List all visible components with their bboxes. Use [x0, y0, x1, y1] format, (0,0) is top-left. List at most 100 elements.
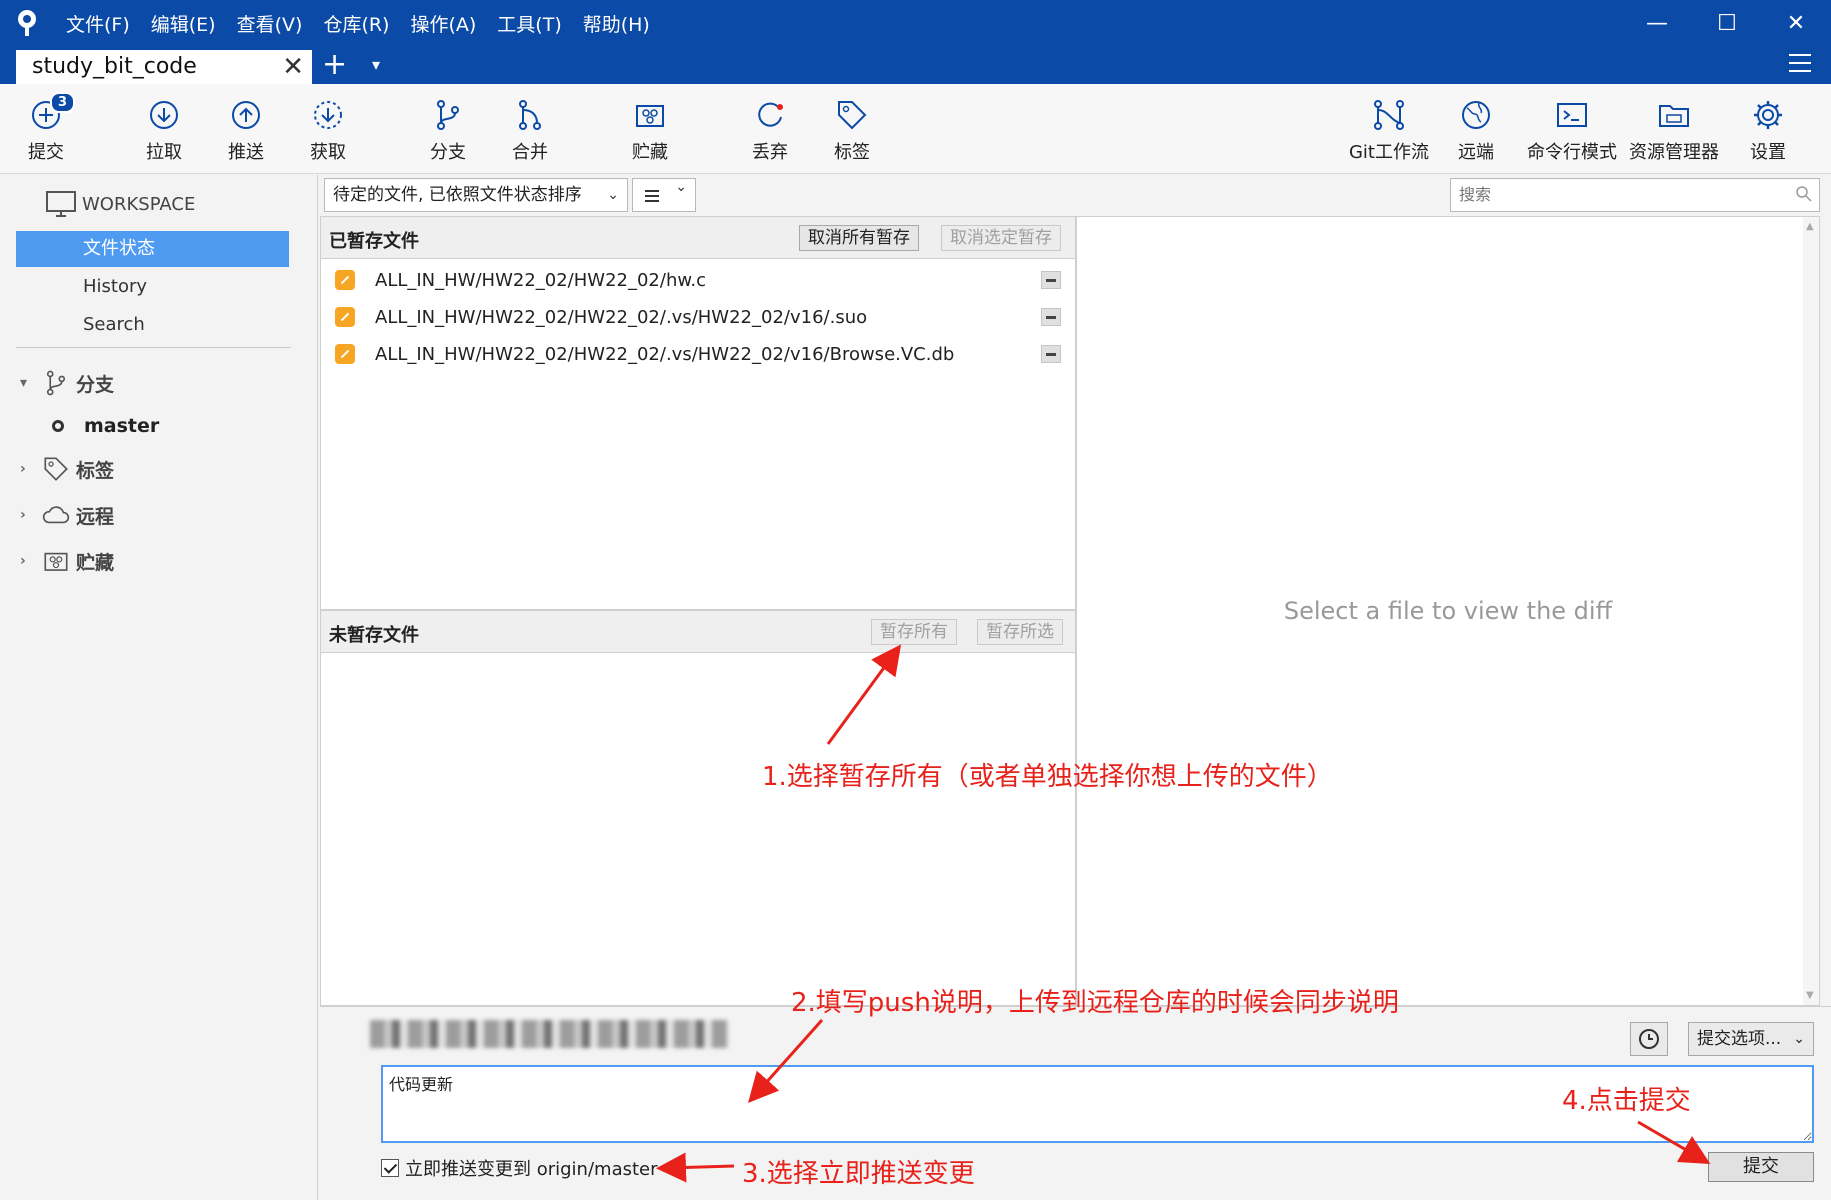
folder-icon	[1659, 105, 1689, 127]
push-arrow-up-icon	[232, 101, 260, 129]
branch-item-master[interactable]: master	[52, 415, 159, 437]
unstage-file-button[interactable]	[1041, 308, 1061, 326]
chevron-down-icon: ⌄	[1793, 1031, 1805, 1047]
sidebar-item-history[interactable]: History	[16, 269, 289, 305]
discard-tool-button[interactable]: 丢弃	[740, 84, 800, 174]
scroll-down-icon[interactable]: ▼	[1806, 990, 1814, 1001]
sidebar-group-branches[interactable]: ▾ 分支	[20, 369, 114, 397]
search-input[interactable]: 搜索	[1450, 178, 1820, 212]
annotation-step2: 2.填写push说明，上传到远程仓库的时候会同步说明	[791, 988, 1399, 1018]
tab-close-icon[interactable]: ✕	[282, 52, 304, 82]
sidebar-group-remotes[interactable]: › 远程	[20, 501, 114, 529]
staged-files-panel: 已暂存文件 取消所有暂存 取消选定暂存 ALL_IN_HW/HW22_02/HW…	[320, 216, 1076, 610]
stage-selected-button[interactable]: 暂存所选	[977, 619, 1063, 645]
tab-bar: study_bit_code ✕	[0, 46, 1831, 84]
new-tab-button[interactable]: +	[322, 46, 347, 84]
sidebar-divider	[16, 347, 291, 348]
commit-tool-button[interactable]: 3 提交	[16, 84, 76, 174]
menu-repository[interactable]: 仓库(R)	[323, 10, 389, 37]
menu-edit[interactable]: 编辑(E)	[151, 10, 216, 37]
push-immediately-checkbox[interactable]	[381, 1159, 399, 1177]
sidebar-item-file-status[interactable]: 文件状态	[16, 231, 289, 267]
fetch-tool-button[interactable]: 获取	[298, 84, 358, 174]
list-view-icon	[645, 190, 659, 205]
terminal-tool-button[interactable]: 命令行模式	[1522, 84, 1622, 174]
title-bar: 文件(F) 编辑(E) 查看(V) 仓库(R) 操作(A) 工具(T) 帮助(H…	[0, 0, 1831, 46]
branch-tool-label: 分支	[430, 142, 466, 163]
cloud-icon	[42, 506, 70, 524]
scroll-up-icon[interactable]: ▲	[1806, 221, 1814, 232]
menu-help[interactable]: 帮助(H)	[583, 10, 650, 37]
settings-tool-button[interactable]: 设置	[1738, 84, 1798, 174]
file-sort-dropdown[interactable]: 待定的文件, 已依照文件状态排序 ⌄	[324, 178, 628, 212]
view-mode-dropdown[interactable]: ⌄	[632, 178, 696, 212]
commit-options-dropdown[interactable]: 提交选项... ⌄	[1688, 1022, 1814, 1056]
pull-tool-button[interactable]: 拉取	[134, 84, 194, 174]
terminal-icon	[1557, 103, 1587, 127]
merge-tool-button[interactable]: 合并	[500, 84, 560, 174]
unstage-file-button[interactable]	[1041, 345, 1061, 363]
minimize-button[interactable]: —	[1622, 0, 1692, 46]
chevron-down-icon: ⌄	[675, 179, 687, 195]
unstage-file-button[interactable]	[1041, 271, 1061, 289]
chevron-down-icon[interactable]: ▾	[20, 375, 42, 391]
sidebar: WORKSPACE 文件状态 History Search ▾ 分支 maste…	[0, 175, 318, 1200]
staged-title: 已暂存文件	[329, 231, 419, 252]
commit-history-button[interactable]	[1630, 1022, 1668, 1056]
chevron-right-icon[interactable]: ›	[20, 507, 42, 523]
sourcetree-logo-icon[interactable]	[14, 8, 44, 38]
unstage-selected-button[interactable]: 取消选定暂存	[941, 225, 1061, 251]
search-placeholder: 搜索	[1459, 185, 1492, 204]
close-window-button[interactable]: ✕	[1761, 0, 1831, 46]
search-icon	[1796, 186, 1812, 202]
staged-header: 已暂存文件 取消所有暂存 取消选定暂存	[321, 217, 1075, 259]
remotes-label: 远程	[76, 505, 115, 528]
tab-list-dropdown[interactable]: ▾	[372, 46, 380, 84]
stage-all-button[interactable]: 暂存所有	[871, 619, 957, 645]
staged-file-row[interactable]: ALL_IN_HW/HW22_02/HW22_02/hw.c	[335, 265, 1065, 295]
push-immediately-option[interactable]: 立即推送变更到 origin/master	[381, 1155, 658, 1181]
chevron-down-icon: ⌄	[607, 187, 619, 203]
modified-file-icon	[335, 307, 355, 327]
chevron-right-icon[interactable]: ›	[20, 461, 42, 477]
monitor-icon	[46, 191, 76, 217]
annotation-step1: 1.选择暂存所有（或者单独选择你想上传的文件）	[762, 762, 1333, 792]
gitflow-tool-button[interactable]: Git工作流	[1344, 84, 1434, 174]
tags-label: 标签	[76, 459, 115, 482]
commit-options-label: 提交选项...	[1697, 1029, 1782, 1049]
push-tool-button[interactable]: 推送	[216, 84, 276, 174]
stash-icon	[44, 552, 68, 571]
staged-file-row[interactable]: ALL_IN_HW/HW22_02/HW22_02/.vs/HW22_02/v1…	[335, 302, 1065, 332]
toolbar: 3 提交 拉取 推送 获取 分支 合并 贮藏 丢弃 标签 Git工作流 远端 命…	[0, 84, 1831, 174]
commit-tool-label: 提交	[28, 142, 64, 163]
file-sort-value: 待定的文件, 已依照文件状态排序	[333, 185, 582, 205]
pull-arrow-down-icon	[150, 101, 178, 129]
staged-file-row[interactable]: ALL_IN_HW/HW22_02/HW22_02/.vs/HW22_02/v1…	[335, 339, 1065, 369]
maximize-button[interactable]: ☐	[1692, 0, 1762, 46]
commit-button[interactable]: 提交	[1708, 1152, 1814, 1182]
merge-icon	[519, 100, 541, 130]
menu-view[interactable]: 查看(V)	[237, 10, 303, 37]
remote-tool-button[interactable]: 远端	[1446, 84, 1506, 174]
hamburger-menu-icon[interactable]	[1789, 54, 1811, 72]
branches-label: 分支	[76, 373, 115, 396]
menu-tools[interactable]: 工具(T)	[497, 10, 561, 37]
gitflow-icon	[1374, 100, 1404, 130]
branch-tool-button[interactable]: 分支	[418, 84, 478, 174]
sidebar-group-tags[interactable]: › 标签	[20, 455, 114, 483]
sidebar-item-search[interactable]: Search	[16, 307, 289, 343]
settings-tool-label: 设置	[1750, 142, 1786, 163]
unstage-all-button[interactable]: 取消所有暂存	[799, 225, 919, 251]
annotation-step3: 3.选择立即推送变更	[742, 1159, 975, 1189]
diff-scrollbar[interactable]: ▲ ▼	[1803, 217, 1819, 1005]
workspace-header: WORKSPACE	[46, 191, 195, 217]
tag-tool-button[interactable]: 标签	[822, 84, 882, 174]
explorer-tool-button[interactable]: 资源管理器	[1628, 84, 1720, 174]
sidebar-group-stashes[interactable]: › 贮藏	[20, 547, 114, 575]
tab-repository[interactable]: study_bit_code ✕	[16, 50, 312, 84]
stash-tool-button[interactable]: 贮藏	[620, 84, 680, 174]
explorer-tool-label: 资源管理器	[1629, 142, 1719, 163]
menu-actions[interactable]: 操作(A)	[410, 10, 476, 37]
menu-file[interactable]: 文件(F)	[66, 10, 130, 37]
chevron-right-icon[interactable]: ›	[20, 553, 42, 569]
